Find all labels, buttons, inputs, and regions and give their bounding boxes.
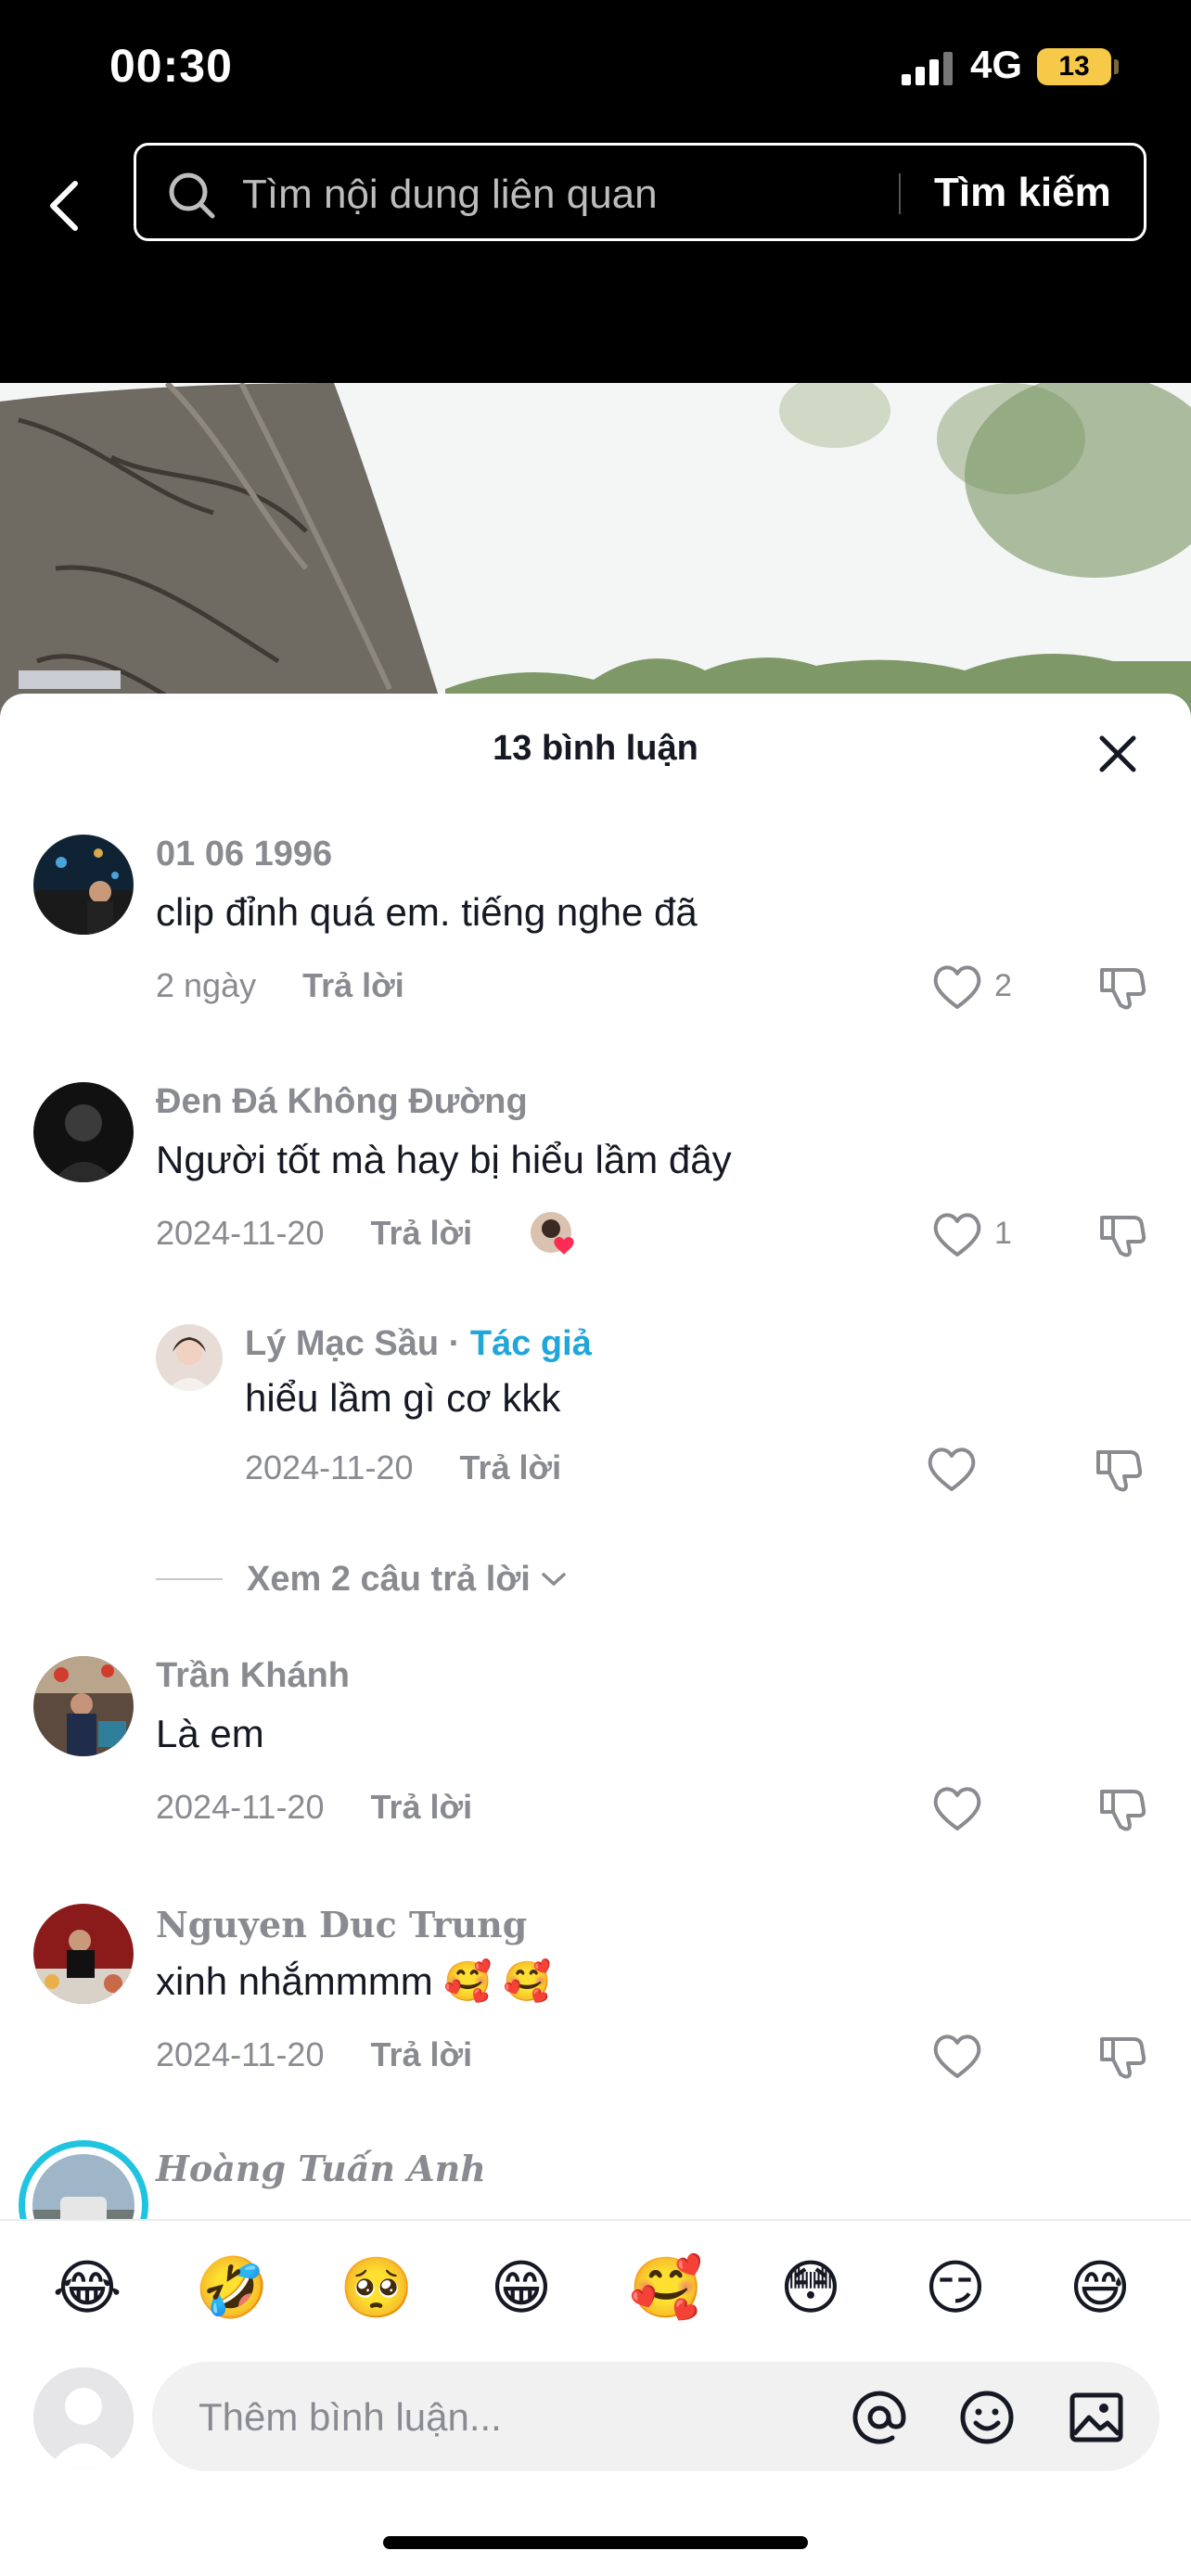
- battery-level: 13: [1058, 51, 1090, 82]
- comment-text: clip đỉnh quá em. tiếng nghe đã: [156, 890, 698, 934]
- comment-username[interactable]: 01 06 1996: [156, 835, 332, 874]
- emoji-button[interactable]: 😳: [772, 2249, 850, 2327]
- signal-icon: [902, 52, 954, 85]
- reply-username-text[interactable]: Lý Mạc Sầu: [245, 1324, 439, 1363]
- reply-time: 2024-11-20: [245, 1448, 414, 1486]
- view-more-line: [156, 1578, 223, 1580]
- back-icon: [50, 181, 78, 231]
- comment-meta: 2024-11-20 Trả lời: [156, 2035, 472, 2074]
- status-bar: 00:30 4G 13: [0, 0, 1191, 139]
- emoji-button[interactable]: 🥰: [627, 2249, 705, 2327]
- search-icon: [169, 172, 215, 219]
- search-input[interactable]: Tìm nội dung liên quan: [242, 172, 658, 218]
- reply-button[interactable]: Trả lời: [370, 2035, 472, 2073]
- avatar[interactable]: [33, 835, 134, 935]
- back-button[interactable]: [41, 169, 87, 243]
- home-indicator: [383, 2536, 808, 2549]
- dislike-icon[interactable]: [1098, 963, 1146, 1011]
- comment-text: Là em: [156, 1712, 264, 1755]
- comment-item: Trần Khánh Là em 2024-11-20 Trả lời: [0, 1656, 1191, 1869]
- like-count: 1: [994, 1216, 1012, 1251]
- avatar[interactable]: [33, 1082, 134, 1182]
- comment-item: 01 06 1996 clip đỉnh quá em. tiếng nghe …: [0, 835, 1191, 1048]
- comment-item: Nguyen Duc Trung xinh nhắmmmm 🥰 🥰 2024-1…: [0, 1904, 1191, 2117]
- image-icon[interactable]: [1067, 2388, 1126, 2447]
- comment-username[interactable]: Nguyen Duc Trung: [156, 1904, 527, 1945]
- author-badge: Tác giả: [469, 1324, 592, 1363]
- heart-icon[interactable]: [931, 963, 983, 1011]
- reply-button[interactable]: Trả lời: [370, 1788, 472, 1826]
- search-button[interactable]: Tìm kiếm: [934, 170, 1111, 216]
- reply-button[interactable]: Trả lời: [459, 1448, 561, 1486]
- comment-text: Người tốt mà hay bị hiểu lầm đây: [156, 1138, 732, 1181]
- view-more-text: Xem 2 câu trả lời: [247, 1559, 531, 1599]
- comment-text: xinh nhắmmmm 🥰 🥰: [156, 1959, 552, 2003]
- emoji-icon[interactable]: [957, 2388, 1017, 2447]
- comments-count-title: 13 bình luận: [493, 729, 698, 768]
- at-icon[interactable]: [850, 2388, 909, 2447]
- status-time: 00:30: [109, 40, 233, 92]
- heart-icon[interactable]: [931, 1210, 983, 1258]
- comment-username[interactable]: Hoàng Tuấn Anh: [156, 2148, 486, 2189]
- search-header: Tìm nội dung liên quan Tìm kiếm: [0, 139, 1191, 385]
- emoji-button[interactable]: 😂: [48, 2249, 126, 2327]
- heart-icon[interactable]: [931, 2032, 983, 2080]
- reply-item: Lý Mạc Sầu · Tác giả hiểu lầm gì cơ kkk …: [0, 1324, 1191, 1510]
- view-more-replies[interactable]: Xem 2 câu trả lời: [156, 1551, 568, 1607]
- video-preview[interactable]: [0, 383, 1191, 717]
- close-icon[interactable]: [1095, 731, 1141, 777]
- creator-liked-badge: [529, 1210, 581, 1258]
- comment-username[interactable]: Đen Đá Không Đường: [156, 1082, 528, 1122]
- comment-meta: 2024-11-20 Trả lời: [156, 1214, 472, 1253]
- quick-emoji-bar: 😂 🤣 🥺 😁 🥰 😳 😏 😅: [0, 2219, 1191, 2349]
- heart-icon[interactable]: [926, 1445, 978, 1493]
- comment-time: 2024-11-20: [156, 2035, 325, 2073]
- reply-text: hiểu lầm gì cơ kkk: [245, 1376, 561, 1420]
- comment-item: Đen Đá Không Đường Người tốt mà hay bị h…: [0, 1082, 1191, 1295]
- avatar[interactable]: [156, 1324, 223, 1391]
- comment-input-placeholder[interactable]: Thêm bình luận...: [198, 2395, 502, 2440]
- reply-button[interactable]: Trả lời: [302, 966, 404, 1004]
- comment-input[interactable]: Thêm bình luận...: [152, 2362, 1159, 2471]
- search-box[interactable]: Tìm nội dung liên quan Tìm kiếm: [134, 143, 1146, 241]
- reply-username: Lý Mạc Sầu · Tác giả: [245, 1324, 592, 1363]
- dislike-icon[interactable]: [1098, 2032, 1146, 2080]
- comment-time: 2024-11-20: [156, 1214, 325, 1252]
- dislike-icon[interactable]: [1098, 1784, 1146, 1832]
- comment-meta: 2 ngày Trả lời: [156, 966, 404, 1005]
- emoji-button[interactable]: 🤣: [193, 2249, 271, 2327]
- video-frame-image: [0, 383, 1191, 717]
- dislike-icon[interactable]: [1098, 1210, 1146, 1258]
- like-count: 2: [994, 968, 1012, 1003]
- emoji-button[interactable]: 🥺: [338, 2249, 416, 2327]
- reply-meta: 2024-11-20 Trả lời: [245, 1448, 561, 1487]
- emoji-button[interactable]: 😅: [1061, 2249, 1139, 2327]
- emoji-button[interactable]: 😏: [916, 2249, 994, 2327]
- network-type: 4G: [970, 43, 1023, 86]
- battery-icon: 13: [1037, 48, 1111, 85]
- comment-time: 2 ngày: [156, 966, 257, 1004]
- avatar[interactable]: [33, 1904, 134, 2004]
- dislike-icon[interactable]: [1095, 1445, 1143, 1493]
- battery-tip: [1114, 59, 1119, 74]
- emoji-button[interactable]: 😁: [482, 2249, 560, 2327]
- heart-icon[interactable]: [931, 1784, 983, 1832]
- reply-button[interactable]: Trả lời: [370, 1214, 472, 1252]
- comment-meta: 2024-11-20 Trả lời: [156, 1788, 472, 1827]
- my-avatar[interactable]: [33, 2367, 134, 2468]
- comment-username[interactable]: Trần Khánh: [156, 1656, 350, 1696]
- chevron-down-icon: [542, 1573, 566, 1587]
- search-divider: [899, 173, 901, 214]
- comment-time: 2024-11-20: [156, 1788, 325, 1826]
- avatar[interactable]: [33, 1656, 134, 1756]
